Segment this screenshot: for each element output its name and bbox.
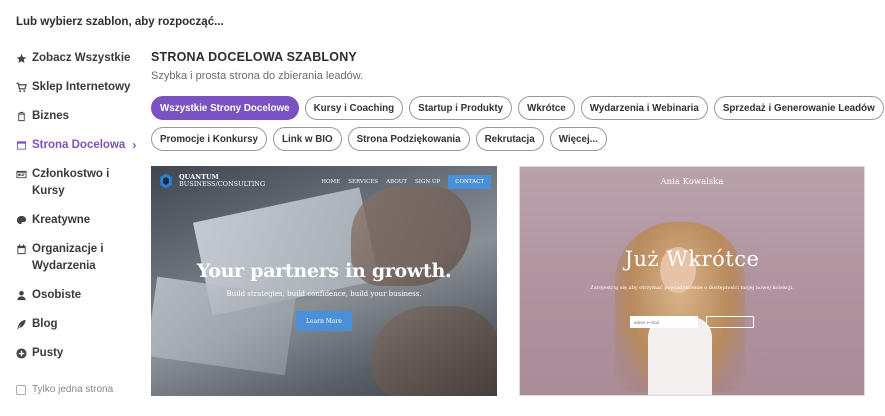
section-title: STRONA DOCELOWA SZABLONY [151, 50, 357, 64]
quill-icon [16, 319, 27, 330]
single-page-checkbox[interactable] [16, 384, 26, 395]
chip-more[interactable]: Więcej... [549, 127, 607, 151]
category-sidebar: Zobacz Wszystkie Sklep Internetowy Bizne… [16, 50, 141, 362]
user-icon [16, 290, 27, 301]
sidebar-item-label: Członkostwo i Kursy [32, 168, 110, 197]
hexagon-logo-icon [160, 173, 172, 189]
card-headline: Your partners in growth. [196, 260, 452, 282]
email-field [630, 316, 698, 328]
sidebar-item-events[interactable]: Organizacje i Wydarzenia [16, 241, 141, 275]
sidebar-item-label: Osobiste [32, 289, 82, 301]
sidebar-item-label: Strona Docelowa [32, 139, 126, 151]
logo-subtitle: BUSINESS/CONSULTING [179, 180, 266, 188]
sidebar-item-label: Biznes [32, 110, 70, 122]
nav-contact-button: CONTACT [448, 175, 491, 189]
chip-link-in-bio[interactable]: Link w BIO [273, 127, 342, 151]
subscribe-button [706, 316, 754, 328]
card-name: Ania Kowalska [660, 177, 724, 187]
single-page-filter[interactable]: Tylko jedna strona [16, 384, 113, 395]
section-subtitle: Szybka i prosta strona do zbierania lead… [151, 70, 364, 82]
plus-circle-icon [16, 348, 27, 359]
chevron-right-icon: › [132, 138, 137, 152]
template-card-quantum[interactable]: QUANTUM BUSINESS/CONSULTING HOME SERVICE… [151, 166, 497, 396]
sidebar-item-label: Zobacz Wszystkie [32, 52, 131, 64]
card-headline: Już Wkrótce [624, 247, 760, 271]
template-card-coming-soon[interactable]: Ania Kowalska Już Wkrótce Zarejestruj si… [519, 166, 865, 396]
chip-courses[interactable]: Kursy i Coaching [304, 96, 404, 120]
filter-chips: Wszystkie Strony Docelowe Kursy i Coachi… [151, 96, 884, 158]
calendar-icon [16, 244, 27, 255]
nav-about: ABOUT [386, 179, 408, 185]
nav-home: HOME [321, 179, 341, 185]
sidebar-item-personal[interactable]: Osobiste [16, 287, 141, 304]
card-subheadline: Zarejestruj się aby otrzymać powiadomien… [590, 285, 794, 291]
chip-all-landing[interactable]: Wszystkie Strony Docelowe [151, 96, 299, 120]
sidebar-item-blog[interactable]: Blog [16, 316, 141, 333]
sidebar-item-label: Kreatywne [32, 214, 91, 226]
sidebar-item-business[interactable]: Biznes [16, 108, 141, 125]
chip-sales[interactable]: Sprzedaż i Generowanie Leadów [713, 96, 884, 120]
chip-events[interactable]: Wydarzenia i Webinaria [580, 96, 708, 120]
id-card-icon [16, 169, 27, 180]
clipboard-icon [16, 111, 27, 122]
sidebar-item-shop[interactable]: Sklep Internetowy [16, 79, 141, 96]
chip-promotions[interactable]: Promocje i Konkursy [151, 127, 267, 151]
single-page-label: Tylko jedna strona [32, 384, 114, 395]
sidebar-item-landing[interactable]: Strona Docelowa › [16, 137, 141, 154]
chip-thank-you[interactable]: Strona Podziękowania [347, 127, 470, 151]
sidebar-item-label: Pusty [32, 347, 64, 359]
chip-startup[interactable]: Startup i Produkty [409, 96, 513, 120]
hero-photo-detail [371, 306, 497, 396]
nav-signup: SIGN UP [415, 179, 441, 185]
star-icon [16, 53, 27, 64]
sidebar-item-label: Blog [32, 318, 58, 330]
nav-services: SERVICES [348, 179, 379, 185]
sidebar-item-label: Sklep Internetowy [32, 81, 131, 93]
sidebar-item-membership[interactable]: Członkostwo i Kursy [16, 166, 141, 200]
page-heading: Lub wybierz szablon, aby rozpocząć... [16, 16, 224, 28]
sidebar-item-creative[interactable]: Kreatywne [16, 212, 141, 229]
quantum-logo: QUANTUM BUSINESS/CONSULTING [159, 173, 265, 189]
sidebar-item-label: Organizacje i Wydarzenia [32, 243, 104, 272]
card-subheadline: Build strategies, build confidence, buil… [226, 290, 422, 298]
sidebar-item-blank[interactable]: Pusty [16, 345, 141, 362]
card-nav: HOME SERVICES ABOUT SIGN UP CONTACT [321, 175, 491, 189]
chip-coming-soon[interactable]: Wkrótce [518, 96, 575, 120]
hero-photo-detail [648, 317, 712, 395]
palette-icon [16, 215, 27, 226]
window-icon [16, 140, 27, 151]
learn-more-button: Learn More [296, 311, 352, 331]
cart-icon [16, 82, 27, 93]
main-header: STRONA DOCELOWA SZABLONY Szybka i prosta… [151, 50, 871, 82]
chip-recruitment[interactable]: Rekrutacja [475, 127, 544, 151]
sidebar-item-all[interactable]: Zobacz Wszystkie [16, 50, 141, 67]
